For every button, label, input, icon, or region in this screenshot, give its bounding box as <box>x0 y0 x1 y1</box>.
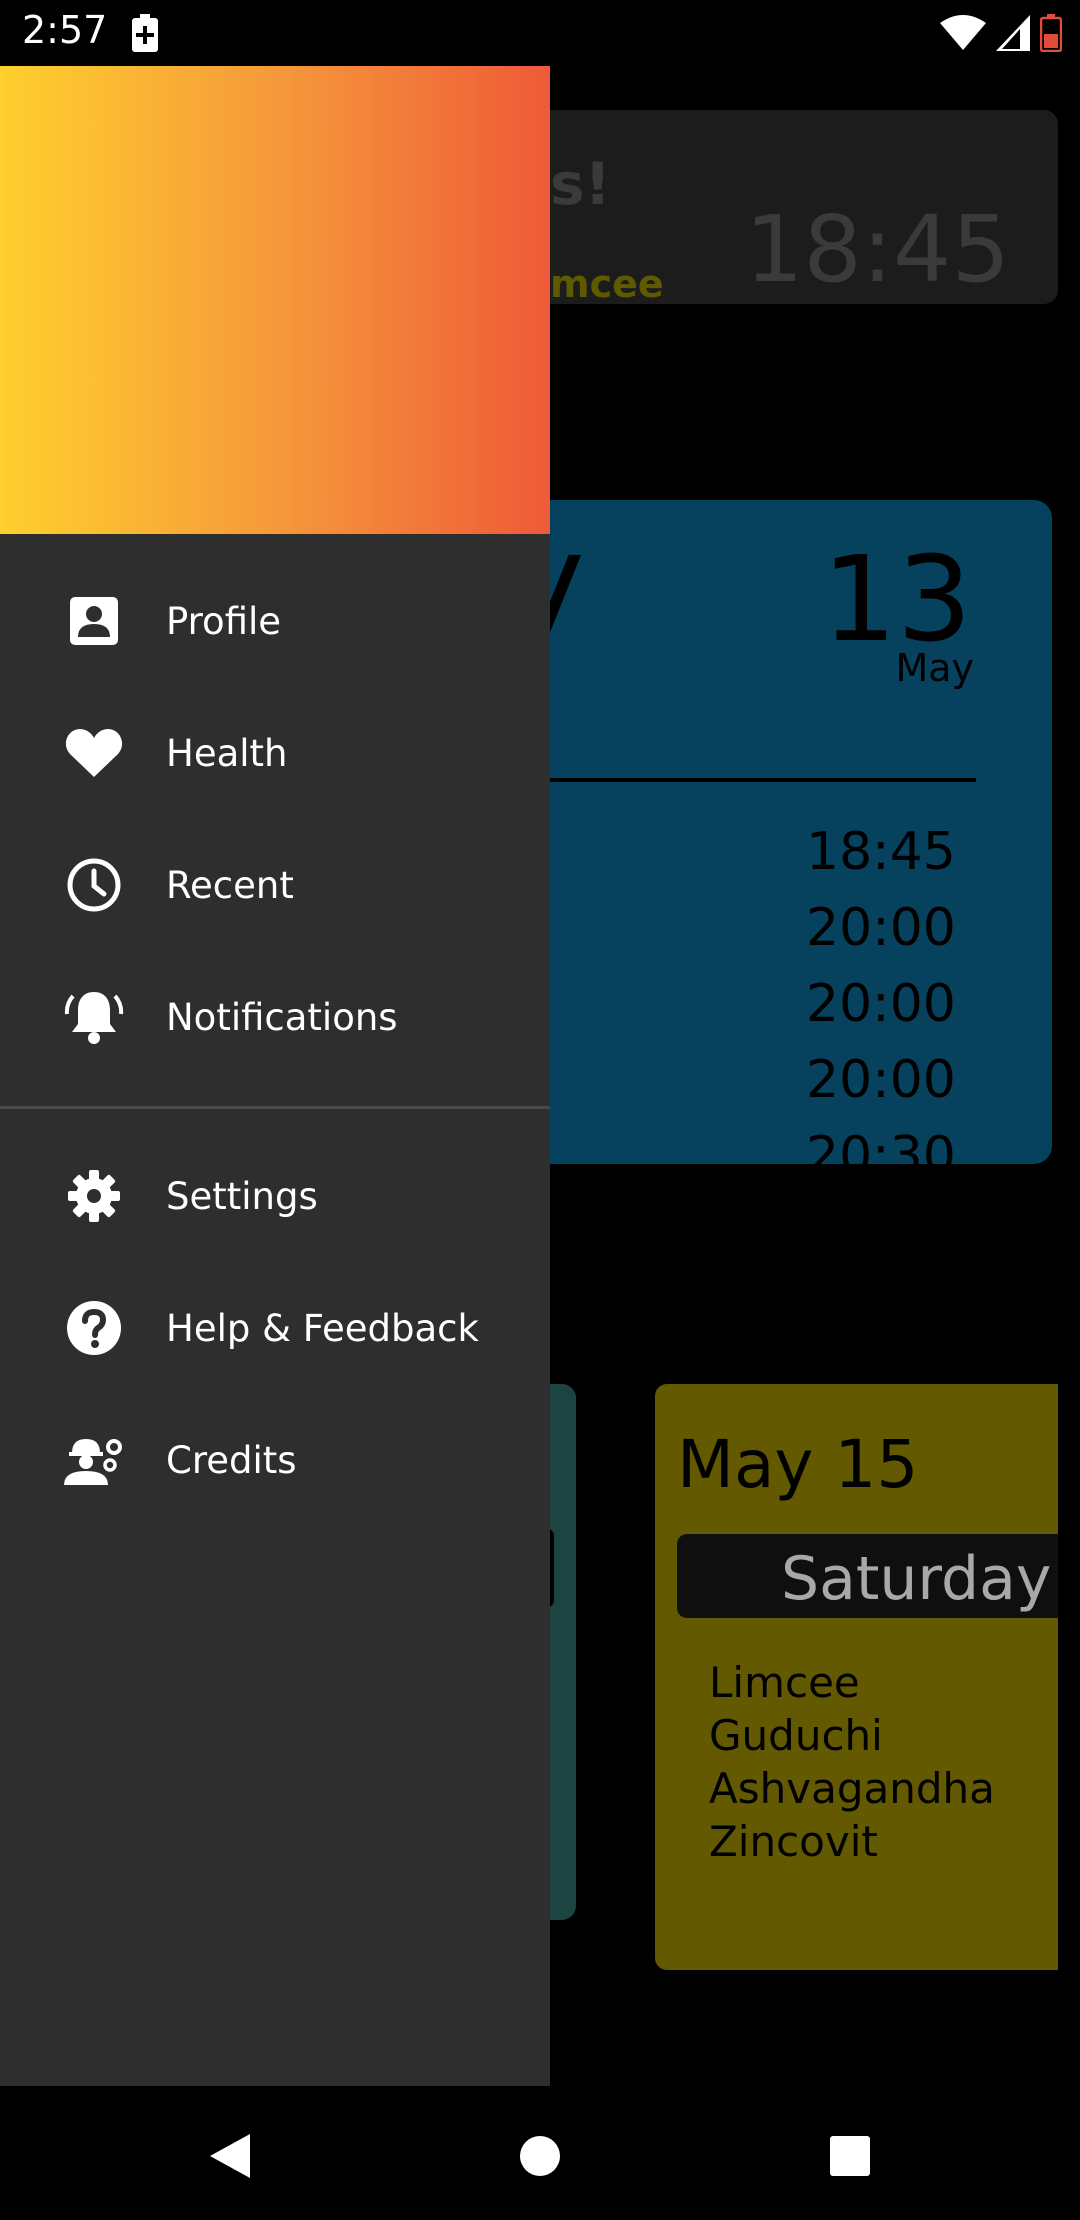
drawer-item-label: Settings <box>166 1174 318 1218</box>
signal-icon <box>996 15 1030 51</box>
medicine-item: Ashvagandha <box>709 1764 995 1813</box>
recents-button[interactable] <box>810 2116 890 2196</box>
heart-icon <box>62 721 126 785</box>
drawer-item-label: Help & Feedback <box>166 1306 479 1350</box>
drawer-item-credits[interactable]: Credits <box>0 1394 550 1526</box>
home-button[interactable] <box>500 2116 580 2196</box>
drawer-item-profile[interactable]: Profile <box>0 555 550 687</box>
dose-time: 20:00 <box>806 898 956 958</box>
medicine-item: Guduchi <box>709 1711 883 1760</box>
drawer-item-help-feedback[interactable]: Help & Feedback <box>0 1262 550 1394</box>
status-bar: 2:57 <box>0 0 1080 66</box>
gear-icon <box>62 1164 126 1228</box>
medicine-item: Zincovit <box>709 1817 878 1866</box>
dose-time: 20:00 <box>806 1050 956 1110</box>
navigation-drawer[interactable]: Profile Health Recent Notifications Sett… <box>0 66 550 2086</box>
dose-time: 20:30 <box>806 1126 956 1164</box>
greeting-text: s! <box>550 150 611 218</box>
drawer-item-label: Health <box>166 731 288 775</box>
drawer-item-health[interactable]: Health <box>0 687 550 819</box>
date-number: 13 <box>821 530 972 668</box>
dose-time: 18:45 <box>806 822 956 882</box>
drawer-item-label: Credits <box>166 1438 297 1482</box>
drawer-divider <box>0 1106 550 1109</box>
team-icon <box>62 1428 126 1492</box>
next-dose-card[interactable]: s! mcee 18:45 <box>520 110 1058 304</box>
home-icon <box>520 2136 560 2176</box>
dose-times-list: 18:45 20:00 20:00 20:00 20:30 <box>806 814 956 1164</box>
clock-icon <box>62 853 126 917</box>
weekday-box: Saturday <box>677 1534 1058 1618</box>
drawer-item-label: Recent <box>166 863 294 907</box>
divider <box>520 778 976 782</box>
today-schedule-card[interactable]: y 13 May 18:45 20:00 20:00 20:00 20:30 <box>520 500 1052 1164</box>
profile-card-icon <box>62 589 126 653</box>
upcoming-date: May 15 <box>677 1426 919 1503</box>
help-icon <box>62 1296 126 1360</box>
upcoming-day-card[interactable]: May 15 Saturday Limcee Guduchi Ashvagand… <box>655 1384 1058 1970</box>
dose-time: 20:00 <box>806 974 956 1034</box>
bell-ringing-icon <box>62 985 126 1049</box>
drawer-item-label: Notifications <box>166 995 398 1039</box>
month-label: May <box>895 646 974 690</box>
back-button[interactable] <box>190 2116 270 2196</box>
next-dose-time: 18:45 <box>744 196 1010 303</box>
drawer-item-recent[interactable]: Recent <box>0 819 550 951</box>
battery-low-icon <box>1040 14 1062 52</box>
battery-charging-icon <box>132 14 158 52</box>
drawer-item-settings[interactable]: Settings <box>0 1130 550 1262</box>
back-icon <box>210 2134 250 2178</box>
wifi-icon <box>940 15 986 50</box>
status-time: 2:57 <box>22 8 108 52</box>
recents-icon <box>830 2136 870 2176</box>
medicine-item: Limcee <box>709 1658 860 1707</box>
medicine-list: Limcee Guduchi Ashvagandha Zincovit <box>709 1656 995 1868</box>
drawer-item-notifications[interactable]: Notifications <box>0 951 550 1083</box>
next-medicine-name: mcee <box>550 262 664 304</box>
weekday-label: Saturday <box>781 1544 1052 1614</box>
system-nav-bar <box>0 2086 1080 2220</box>
drawer-header <box>0 66 550 534</box>
drawer-item-label: Profile <box>166 599 282 643</box>
